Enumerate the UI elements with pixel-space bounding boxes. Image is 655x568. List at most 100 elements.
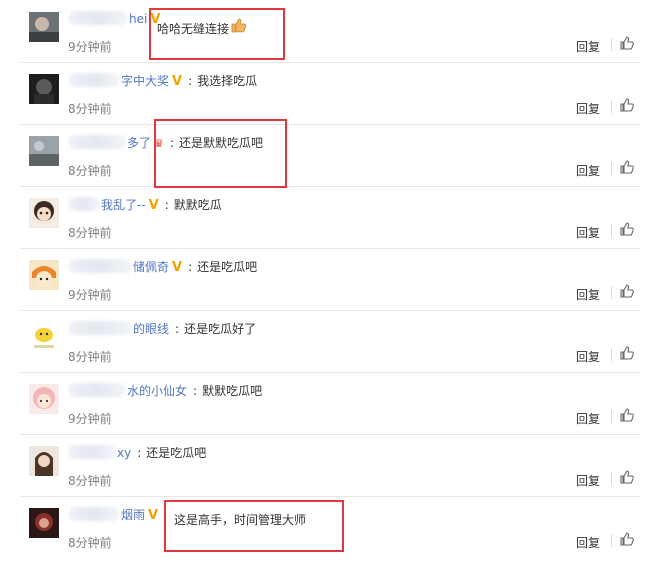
blurred-username [68, 197, 100, 211]
verified-icon: V [172, 74, 183, 89]
comment-time: 9分钟前 [68, 40, 112, 54]
comment-item: 我乱了-- V: 默默吃瓜 8分钟前 回复 [20, 186, 640, 249]
reply-button[interactable]: 回复 [576, 286, 600, 303]
thumbs-up-icon [620, 98, 634, 112]
comment-time: 9分钟前 [68, 412, 112, 426]
comment-item: hei V 9分钟前 回复 [20, 0, 640, 63]
comment-item: 字中大奖 V: 我选择吃瓜 8分钟前 回复 [20, 62, 640, 125]
username-link[interactable]: hei [129, 12, 147, 26]
reply-button[interactable]: 回复 [576, 410, 600, 427]
divider [611, 286, 612, 299]
avatar[interactable] [29, 198, 59, 228]
avatar[interactable] [29, 508, 59, 538]
thumbs-up-icon [620, 346, 634, 360]
reply-button[interactable]: 回复 [576, 534, 600, 551]
blurred-username [68, 383, 126, 397]
thumbs-up-icon [620, 36, 634, 50]
like-button[interactable] [619, 407, 635, 423]
comment-header: xy: 还是吃瓜吧 [68, 445, 206, 461]
reply-button[interactable]: 回复 [576, 348, 600, 365]
comment-item: 多了 ♛: 还是默默吃瓜吧 8分钟前 回复 [20, 124, 640, 187]
divider [611, 472, 612, 485]
like-button[interactable] [619, 35, 635, 51]
username-link[interactable]: 烟雨 [121, 508, 145, 522]
comment-header: 储佩奇 V: 还是吃瓜吧 [68, 259, 257, 276]
thumbs-up-icon [620, 470, 634, 484]
avatar[interactable] [29, 74, 59, 104]
blurred-username [68, 259, 132, 273]
username-link[interactable]: 储佩奇 [133, 260, 169, 274]
comment-time: 9分钟前 [68, 288, 112, 302]
like-button[interactable] [619, 159, 635, 175]
avatar[interactable] [29, 384, 59, 414]
reply-button[interactable]: 回复 [576, 162, 600, 179]
colon-separator: : [188, 74, 193, 88]
blurred-username [68, 445, 116, 459]
avatar[interactable] [29, 446, 59, 476]
colon-separator: : [137, 446, 142, 460]
comment-item: 的眼线: 还是吃瓜好了 8分钟前 回复 [20, 310, 640, 373]
reply-button[interactable]: 回复 [576, 100, 600, 117]
comment-text: 还是吃瓜好了 [184, 322, 257, 336]
avatar[interactable] [29, 12, 59, 42]
username-link[interactable]: 的眼线 [133, 322, 169, 336]
avatar[interactable] [29, 260, 59, 290]
thumbs-up-icon [620, 408, 634, 422]
username-link[interactable]: xy [117, 446, 131, 460]
like-button[interactable] [619, 97, 635, 113]
username-link[interactable]: 水的小仙女 [127, 384, 187, 398]
comment-header: 的眼线: 还是吃瓜好了 [68, 321, 256, 337]
colon-separator: : [175, 322, 180, 336]
divider [611, 534, 612, 547]
reply-button[interactable]: 回复 [576, 38, 600, 55]
comment-item: 储佩奇 V: 还是吃瓜吧 9分钟前 回复 [20, 248, 640, 311]
comment-text: 还是吃瓜吧 [146, 446, 207, 460]
reply-button[interactable]: 回复 [576, 224, 600, 241]
comment-header: 字中大奖 V: 我选择吃瓜 [68, 73, 257, 90]
verified-icon: V [172, 260, 183, 275]
like-button[interactable] [619, 221, 635, 237]
comment-time: 8分钟前 [68, 164, 112, 178]
divider [611, 38, 612, 51]
verified-icon: V [148, 198, 159, 213]
like-button[interactable] [619, 283, 635, 299]
like-button[interactable] [619, 345, 635, 361]
comment-time: 8分钟前 [68, 226, 112, 240]
blurred-username [68, 321, 132, 335]
comment-text: 还是吃瓜吧 [197, 260, 258, 274]
comment-header: 水的小仙女: 默默吃瓜吧 [68, 383, 262, 399]
like-button[interactable] [619, 531, 635, 547]
comment-time: 8分钟前 [68, 474, 112, 488]
comment-text: 默默吃瓜 [173, 198, 222, 212]
like-button[interactable] [619, 469, 635, 485]
blurred-username [68, 135, 126, 149]
comment-text: 默默吃瓜吧 [202, 384, 263, 398]
highlight-box [164, 500, 344, 552]
comment-header: 烟雨 V [68, 507, 158, 524]
thumbs-up-icon [620, 284, 634, 298]
thumbs-up-icon [620, 160, 634, 174]
highlight-box [154, 119, 287, 188]
avatar[interactable] [29, 136, 59, 166]
avatar[interactable] [29, 322, 59, 352]
comment-time: 8分钟前 [68, 350, 112, 364]
colon-separator: : [193, 384, 198, 398]
comment-time: 8分钟前 [68, 536, 112, 550]
colon-separator: : [164, 198, 169, 212]
verified-icon: V [148, 508, 159, 523]
comment-item: 水的小仙女: 默默吃瓜吧 9分钟前 回复 [20, 372, 640, 435]
divider [611, 410, 612, 423]
username-link[interactable]: 我乱了-- [101, 198, 146, 212]
blurred-username [68, 73, 120, 87]
username-link[interactable]: 多了 [127, 136, 151, 150]
blurred-username [68, 11, 128, 25]
divider [611, 224, 612, 237]
reply-button[interactable]: 回复 [576, 472, 600, 489]
comment-time: 8分钟前 [68, 102, 112, 116]
highlight-box [149, 8, 285, 60]
comment-text: 我选择吃瓜 [197, 74, 258, 88]
divider [611, 100, 612, 113]
thumbs-up-icon [620, 222, 634, 236]
username-link[interactable]: 字中大奖 [121, 74, 169, 88]
thumbs-up-icon [620, 532, 634, 546]
